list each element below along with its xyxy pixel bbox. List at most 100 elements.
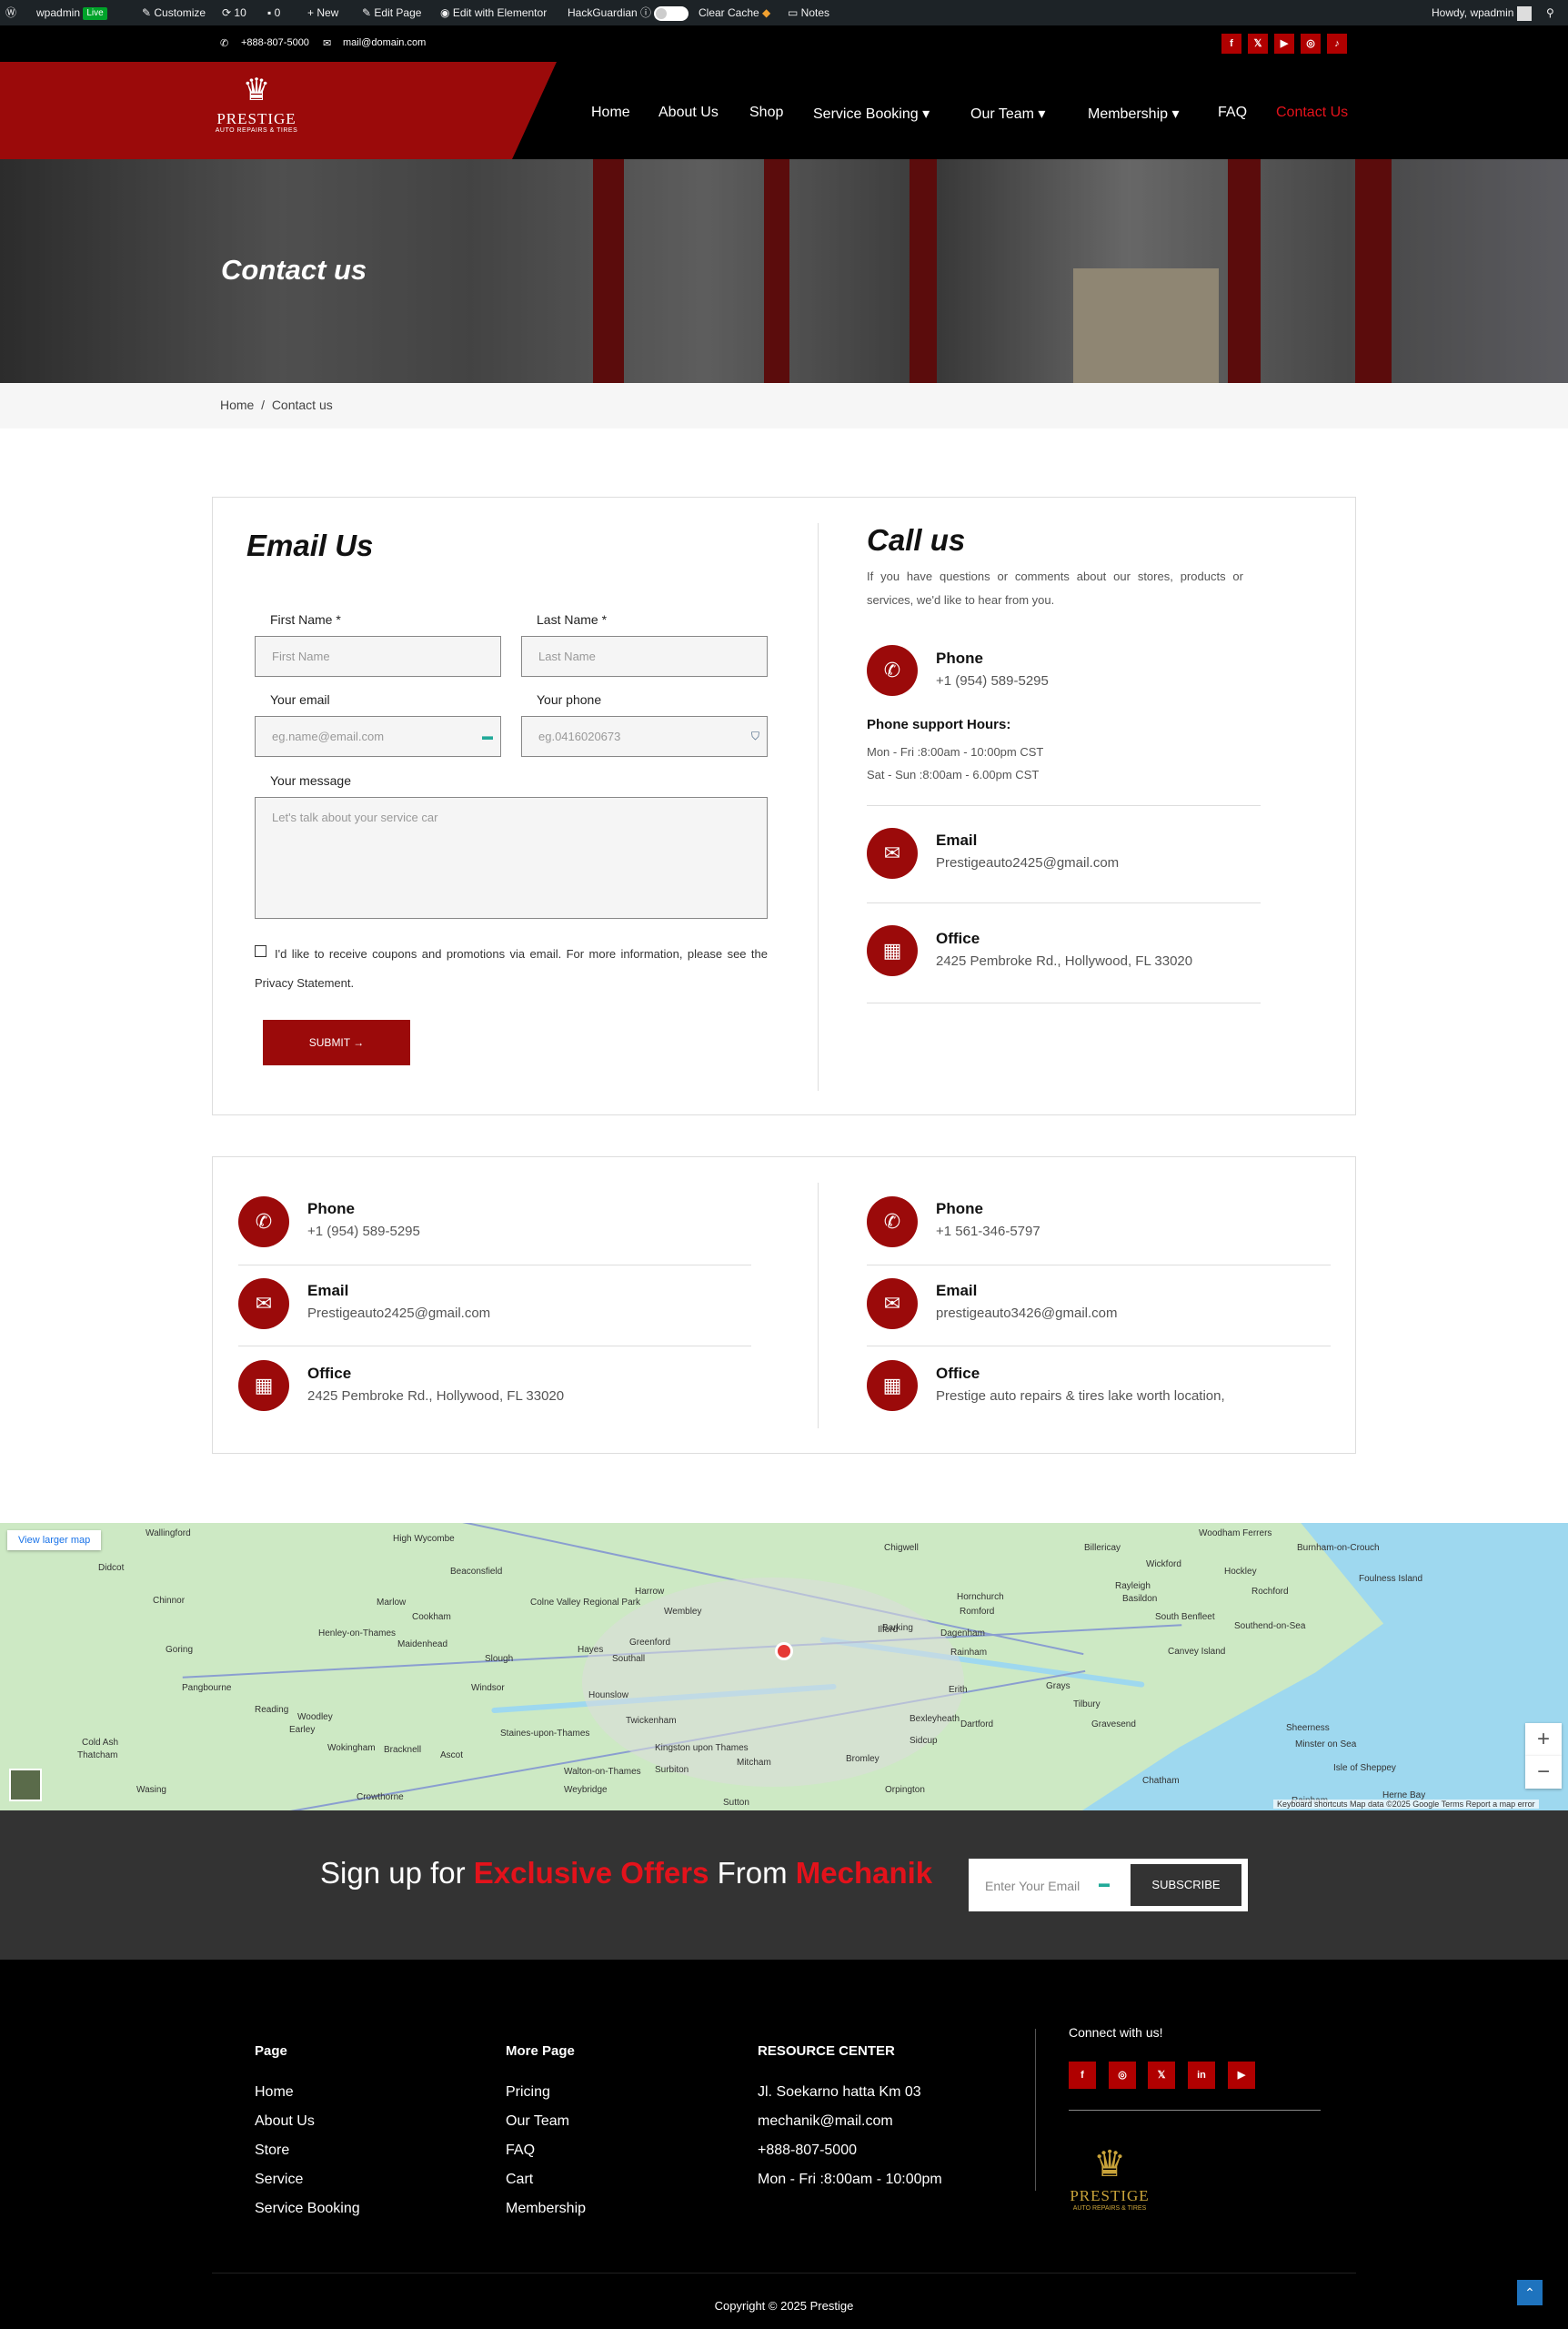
facebook-icon[interactable]: f [1221, 34, 1241, 54]
admin-elementor-link[interactable]: ◉ Edit with Elementor [440, 0, 547, 25]
autofill-icon: ▬ [482, 730, 493, 742]
zoom-out-button[interactable]: − [1525, 1756, 1562, 1789]
map-town-label: Cold Ash [82, 1738, 119, 1748]
admin-updates-link[interactable]: ⟳ 10 [222, 0, 246, 25]
map-town-label: Greenford [629, 1638, 671, 1648]
view-larger-map-link[interactable]: View larger map [7, 1530, 102, 1550]
map-town-label: Wallingford [146, 1528, 191, 1538]
required-mark: * [336, 612, 341, 627]
nav-our-team[interactable]: Our Team ▾ [970, 105, 1045, 123]
call-phone[interactable]: +1 (954) 589-5295 [936, 673, 1049, 689]
signup-text2: From [717, 1856, 788, 1890]
map-layer-toggle[interactable] [9, 1769, 42, 1801]
map-town-label: High Wycombe [393, 1534, 455, 1544]
linkedin-icon[interactable]: in [1188, 2062, 1215, 2089]
mail-icon: ✉ [867, 828, 918, 879]
last-name-input[interactable]: Last Name [521, 636, 768, 677]
footer-link[interactable]: Cart [506, 2172, 533, 2188]
call-email[interactable]: Prestigeauto2425@gmail.com [936, 855, 1119, 871]
admin-customize-link[interactable]: ✎ Customize [142, 0, 206, 25]
embedded-map[interactable]: Wallingford High Wycombe Beaconsfield Harro… [0, 1523, 1568, 1810]
subscribe-button[interactable]: SUBSCRIBE [1131, 1864, 1241, 1906]
submit-button[interactable]: SUBMIT → [263, 1020, 410, 1065]
site-logo[interactable]: ♛ PRESTIGE AUTO REPAIRS & TIRES [211, 69, 302, 151]
topbar-phone[interactable]: +888-807-5000 [241, 37, 309, 48]
map-town-label: Hounslow [588, 1690, 628, 1700]
footer-link[interactable]: About Us [255, 2113, 315, 2130]
footer-phone[interactable]: +888-807-5000 [758, 2142, 857, 2159]
map-town-label: Pangbourne [182, 1683, 232, 1693]
admin-clear-cache[interactable]: Clear Cache ◆ [699, 0, 770, 25]
instagram-icon[interactable]: ◎ [1109, 2062, 1136, 2089]
nav-home[interactable]: Home [591, 105, 630, 121]
wordpress-icon[interactable]: Ⓦ [5, 0, 16, 25]
nav-service-booking[interactable]: Service Booking ▾ [813, 105, 930, 123]
admin-hackguardian[interactable]: HackGuardian ⓘ [568, 0, 689, 25]
site-header: ♛ PRESTIGE AUTO REPAIRS & TIRES Home Abo… [0, 62, 1568, 159]
breadcrumb-home[interactable]: Home [220, 398, 254, 412]
admin-notes-link[interactable]: ▭ Notes [788, 0, 829, 25]
x-icon[interactable]: 𝕏 [1148, 2062, 1175, 2089]
map-town-label: Goring [166, 1645, 194, 1655]
last-name-label-text: Last Name [537, 612, 598, 627]
footer-email[interactable]: mechanik@mail.com [758, 2113, 893, 2130]
footer-link[interactable]: Service Booking [255, 2201, 360, 2217]
phone-input[interactable]: eg.0416020673 ⛉ [521, 716, 768, 757]
call-office: 2425 Pembroke Rd., Hollywood, FL 33020 [936, 953, 1193, 969]
building-icon: ▦ [238, 1360, 289, 1411]
zoom-in-button[interactable]: + [1525, 1723, 1562, 1756]
map-pin-icon[interactable] [775, 1642, 793, 1660]
footer-link[interactable]: Membership [506, 2201, 586, 2217]
map-town-label: South Benfleet [1155, 1612, 1215, 1622]
tiktok-icon[interactable]: ♪ [1327, 34, 1347, 54]
admin-site-link[interactable]: wpadmin Live [36, 0, 107, 25]
admin-edit-page-link[interactable]: ✎ Edit Page [362, 0, 421, 25]
first-name-input[interactable]: First Name [255, 636, 501, 677]
newsletter-section: Sign up for Exclusive Offers From Mechan… [0, 1810, 1568, 1960]
nav-faq[interactable]: FAQ [1218, 105, 1247, 121]
location1-phone[interactable]: +1 (954) 589-5295 [307, 1224, 420, 1239]
search-icon[interactable]: ⚲ [1546, 0, 1554, 25]
scroll-top-button[interactable]: ⌃ [1517, 2280, 1543, 2305]
x-icon[interactable]: 𝕏 [1248, 34, 1268, 54]
nav-membership[interactable]: Membership ▾ [1088, 105, 1180, 123]
footer-link[interactable]: Home [255, 2084, 294, 2101]
map-town-label: Maidenhead [397, 1639, 448, 1649]
message-textarea[interactable]: Let's talk about your service car [255, 797, 768, 919]
newsletter-email-input[interactable]: Enter Your Email [985, 1879, 1080, 1893]
admin-new-link[interactable]: + New [307, 0, 338, 25]
copyright: Copyright © 2025 Prestige [714, 2299, 854, 2313]
map-town-label: Sidcup [910, 1736, 938, 1746]
footer-logo[interactable]: ♛ PRESTIGE AUTO REPAIRS & TIRES [1064, 2142, 1155, 2212]
phone-icon: ✆ [867, 645, 918, 696]
facebook-icon[interactable]: f [1069, 2062, 1096, 2089]
last-name-label: Last Name * [537, 612, 607, 627]
map-town-label: Henley-on-Thames [318, 1628, 397, 1638]
divider [867, 805, 1261, 806]
youtube-icon[interactable]: ▶ [1228, 2062, 1255, 2089]
footer-link[interactable]: Store [255, 2142, 289, 2159]
map-town-label: Walton-on-Thames [564, 1767, 641, 1777]
nav-about[interactable]: About Us [658, 105, 719, 121]
admin-comments-link[interactable]: ▪ 0 [267, 0, 280, 25]
consent-text: I'd like to receive coupons and promotio… [255, 947, 768, 990]
location2-phone[interactable]: +1 561-346-5797 [936, 1224, 1040, 1239]
youtube-icon[interactable]: ▶ [1274, 34, 1294, 54]
location1-email[interactable]: Prestigeauto2425@gmail.com [307, 1306, 490, 1321]
form-title: Email Us [246, 529, 374, 562]
location2-email[interactable]: prestigeauto3426@gmail.com [936, 1306, 1118, 1321]
admin-howdy[interactable]: Howdy, wpadmin [1432, 0, 1532, 25]
instagram-icon[interactable]: ◎ [1301, 34, 1321, 54]
topbar-email[interactable]: mail@domain.com [343, 37, 426, 48]
footer-link[interactable]: Our Team [506, 2113, 569, 2130]
footer-col3-title: RESOURCE CENTER [758, 2043, 895, 2059]
nav-contact[interactable]: Contact Us [1276, 105, 1348, 121]
footer-link[interactable]: FAQ [506, 2142, 535, 2159]
footer-link[interactable]: Service [255, 2172, 303, 2188]
footer-link[interactable]: Pricing [506, 2084, 550, 2101]
hackguardian-toggle[interactable] [654, 5, 689, 21]
email-input[interactable]: eg.name@email.com ▬ [255, 716, 501, 757]
map-town-label: Bexleyheath [910, 1714, 960, 1724]
building-icon: ▦ [867, 1360, 918, 1411]
nav-shop[interactable]: Shop [749, 105, 783, 121]
